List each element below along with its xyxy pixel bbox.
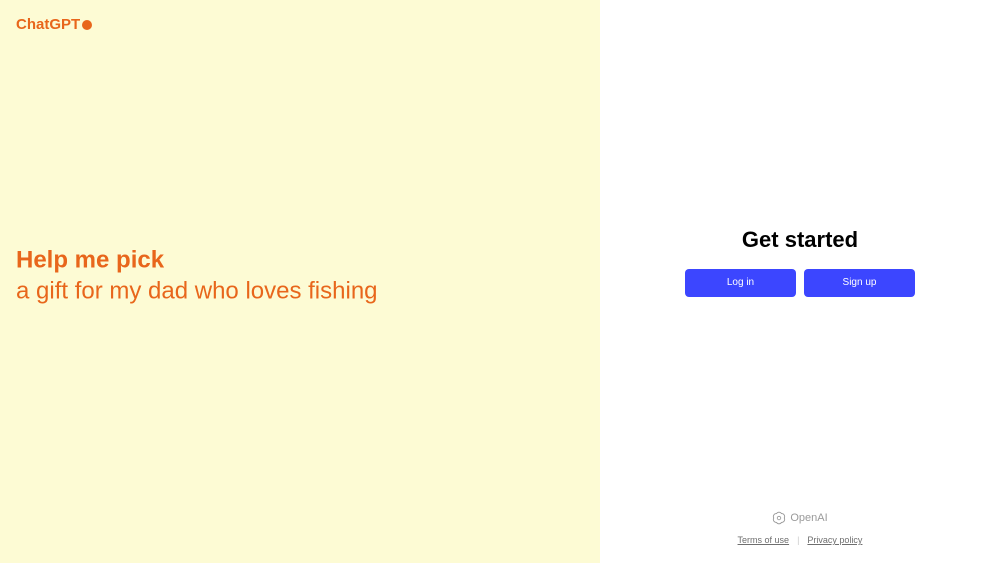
auth-buttons: Log in Sign up	[685, 269, 915, 297]
privacy-link[interactable]: Privacy policy	[807, 535, 862, 545]
brand: ChatGPT	[16, 16, 584, 33]
legal-divider: |	[797, 535, 799, 545]
right-panel: Get started Log in Sign up OpenAI Terms …	[600, 0, 1000, 563]
left-panel: ChatGPT Help me pick a gift for my dad w…	[0, 0, 600, 563]
openai-name: OpenAI	[790, 512, 827, 524]
prompt-heading: Help me pick	[16, 244, 378, 275]
openai-logo: OpenAI	[772, 511, 827, 525]
prompt-section: Help me pick a gift for my dad who loves…	[16, 244, 378, 306]
auth-title: Get started	[742, 227, 858, 253]
prompt-subheading: a gift for my dad who loves fishing	[16, 275, 378, 306]
footer: OpenAI Terms of use | Privacy policy	[600, 511, 1000, 545]
signup-button[interactable]: Sign up	[804, 269, 915, 297]
openai-swirl-icon	[772, 511, 786, 525]
brand-dot-icon	[82, 20, 92, 30]
brand-name: ChatGPT	[16, 16, 80, 33]
auth-section: Get started Log in Sign up	[685, 227, 915, 297]
login-button[interactable]: Log in	[685, 269, 796, 297]
terms-link[interactable]: Terms of use	[738, 535, 790, 545]
legal-links: Terms of use | Privacy policy	[738, 535, 863, 545]
